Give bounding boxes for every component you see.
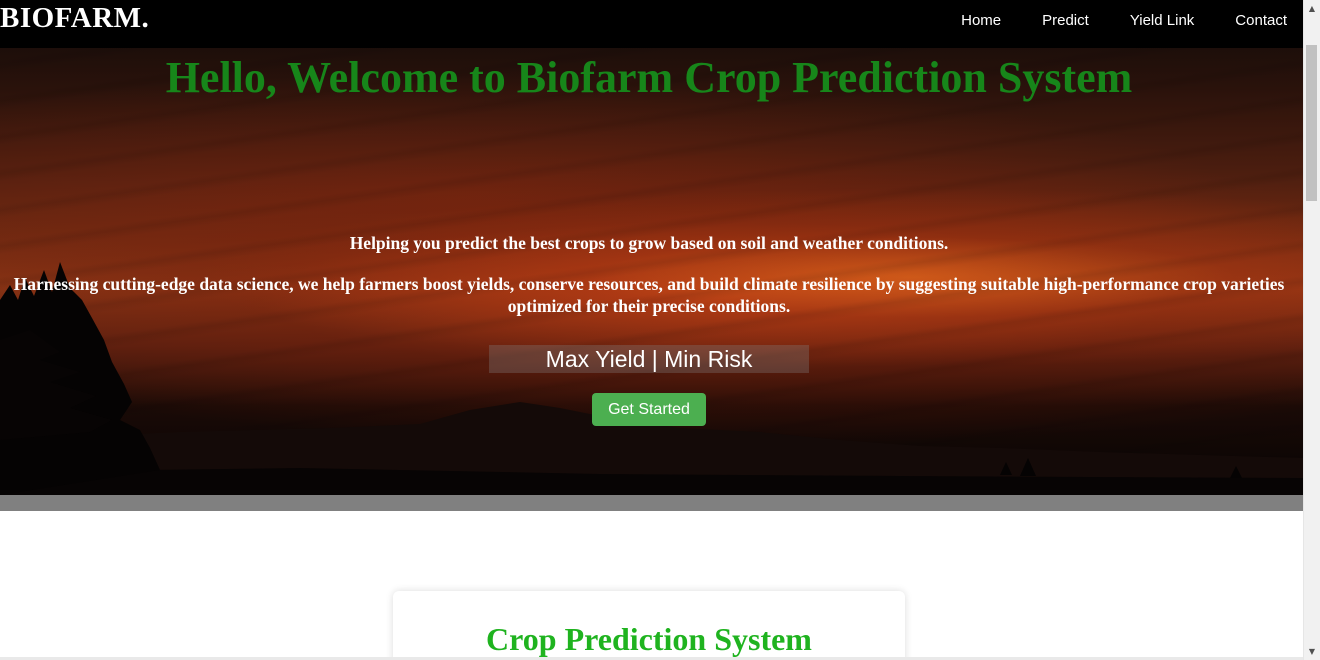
- hero-title: Hello, Welcome to Biofarm Crop Predictio…: [165, 53, 1133, 102]
- card-title: Crop Prediction System: [486, 621, 812, 657]
- get-started-button[interactable]: Get Started: [592, 393, 706, 426]
- nav-link-predict[interactable]: Predict: [1018, 12, 1106, 29]
- scroll-up-arrow-icon[interactable]: ▲: [1304, 0, 1320, 17]
- scroll-thumb[interactable]: [1306, 45, 1317, 201]
- crop-prediction-card: Crop Prediction System: [393, 591, 905, 660]
- navbar: BIOFARM. Home Predict Yield Link Contact: [0, 0, 1303, 48]
- page: BIOFARM. Home Predict Yield Link Contact…: [0, 0, 1303, 660]
- nav-link-yield-link[interactable]: Yield Link: [1106, 12, 1211, 29]
- vertical-scrollbar[interactable]: ▲ ▼: [1303, 0, 1320, 660]
- scroll-down-arrow-icon[interactable]: ▼: [1304, 643, 1320, 660]
- brand-logo[interactable]: BIOFARM.: [0, 2, 149, 35]
- hero-subtitle: Helping you predict the best crops to gr…: [349, 233, 949, 253]
- hero-bottom-bar: [0, 495, 1303, 511]
- nav-links: Home Predict Yield Link Contact: [937, 0, 1303, 40]
- hero-tagline: Max Yield | Min Risk: [489, 345, 809, 373]
- hero-description: Harnessing cutting-edge data science, we…: [13, 274, 1285, 316]
- nav-link-contact[interactable]: Contact: [1211, 12, 1303, 29]
- nav-link-home[interactable]: Home: [937, 12, 1018, 29]
